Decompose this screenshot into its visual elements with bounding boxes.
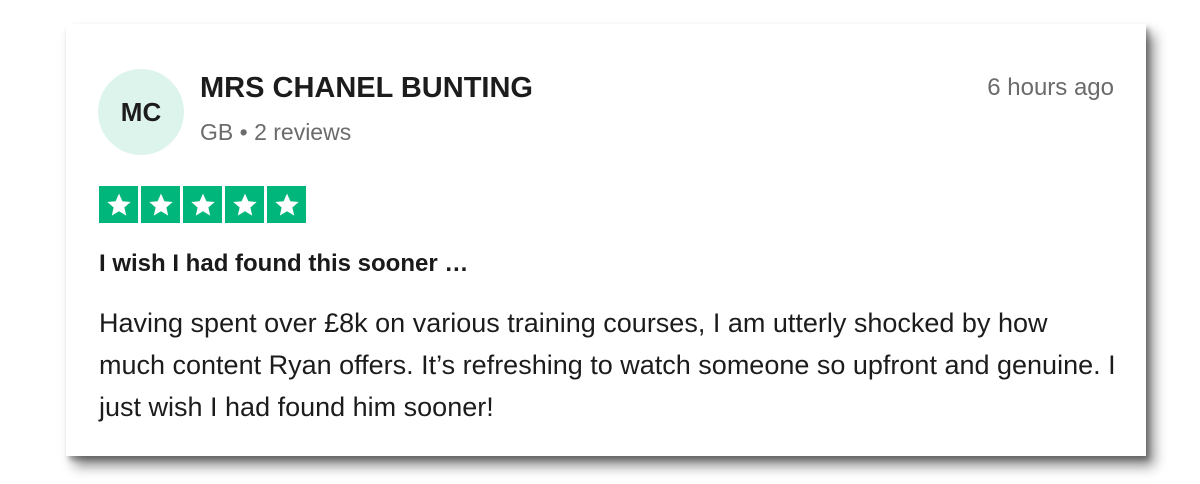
star-icon (141, 186, 180, 223)
avatar-initials: MC (120, 96, 162, 127)
star-icon (267, 186, 306, 223)
review-body: Having spent over £8k on various trainin… (99, 308, 1116, 422)
reviewer-name[interactable]: MRS CHANEL BUNTING (200, 72, 533, 105)
review-timestamp: 6 hours ago (987, 74, 1114, 101)
star-icon (183, 186, 222, 223)
reviewer-meta: GB • 2 reviews (200, 119, 352, 145)
avatar[interactable]: MC (98, 69, 184, 155)
star-rating (99, 186, 306, 223)
review-title[interactable]: I wish I had found this sooner … (99, 250, 468, 278)
star-icon (225, 186, 264, 223)
star-icon (99, 186, 138, 223)
